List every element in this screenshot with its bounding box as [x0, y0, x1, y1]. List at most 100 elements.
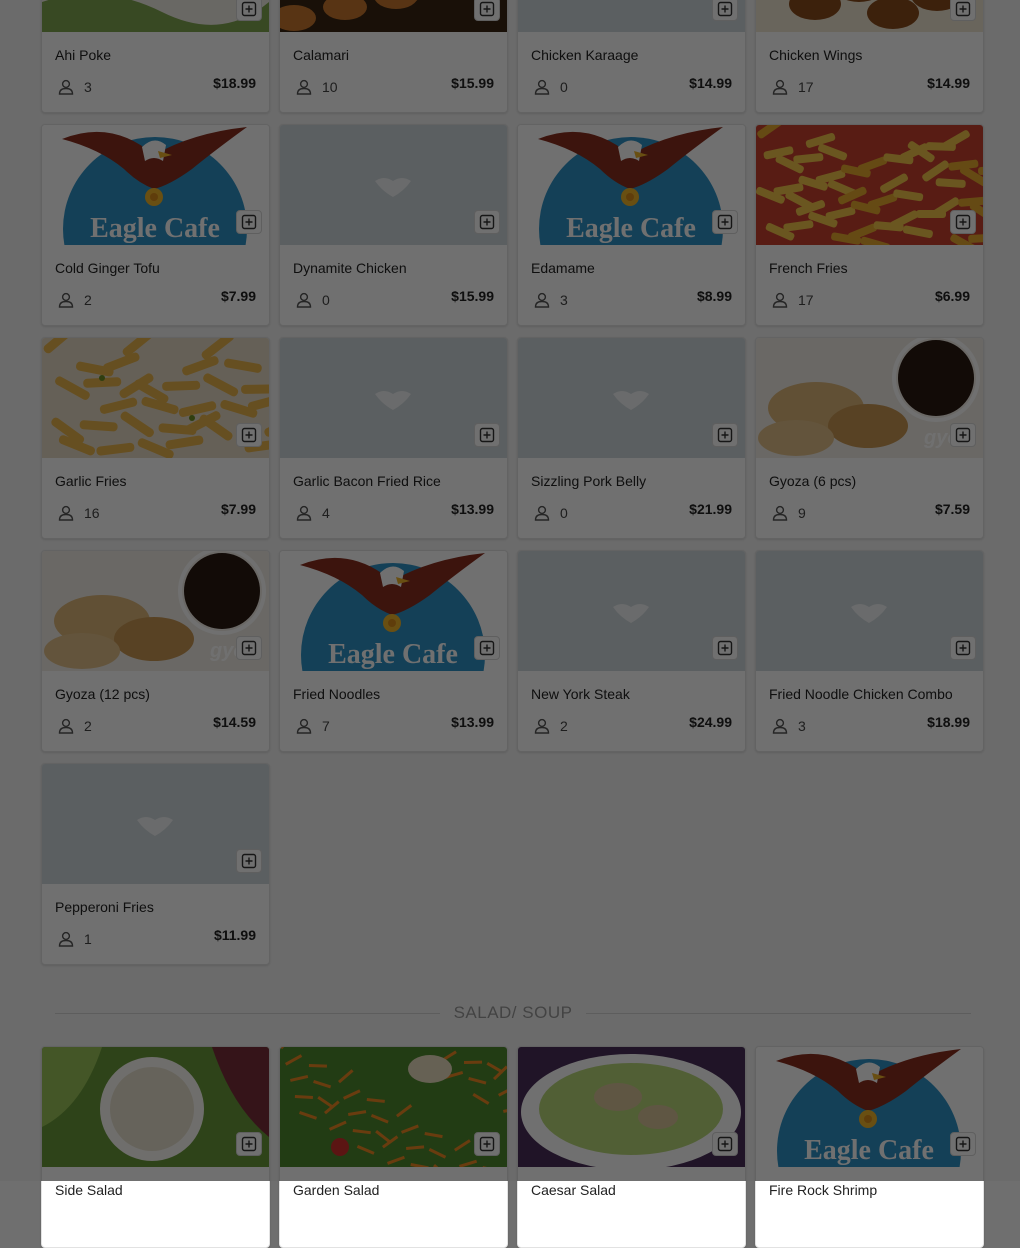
diner-count: 10	[295, 78, 338, 96]
add-item-button[interactable]	[950, 636, 976, 660]
add-item-button[interactable]	[236, 423, 262, 447]
menu-item-card[interactable]: Eagle Cafe Edamame 3 $8.99	[517, 124, 746, 326]
person-icon	[295, 504, 313, 522]
item-price: $6.99	[934, 288, 970, 304]
add-item-button[interactable]	[712, 423, 738, 447]
add-item-button[interactable]	[236, 849, 262, 873]
placeholder-image	[518, 551, 745, 671]
item-price: $11.99	[213, 927, 256, 943]
add-item-button[interactable]	[474, 1132, 500, 1156]
menu-item-card[interactable]: Eagle Cafe Fire Rock Shrimp	[755, 1046, 984, 1248]
add-item-button[interactable]	[950, 210, 976, 234]
add-to-order-icon	[955, 214, 971, 230]
menu-item-card[interactable]: Garlic Bacon Fried Rice 4 $13.99	[279, 337, 508, 539]
item-name: Fried Noodles	[293, 686, 381, 702]
item-price: $21.99	[689, 501, 732, 517]
person-icon	[295, 291, 313, 309]
add-item-button[interactable]	[950, 0, 976, 21]
diner-count: 3	[533, 291, 568, 309]
add-item-button[interactable]	[236, 210, 262, 234]
menu-page: Ahi Poke 3 $18.99 Calamari 10 $15.99 Chicken K…	[0, 0, 1020, 1248]
salad-grid: Side Salad Garden Salad Caesar Salad Eagle …	[41, 1046, 985, 1248]
item-price: $15.99	[451, 288, 494, 304]
add-to-order-icon	[241, 427, 257, 443]
add-item-button[interactable]	[712, 1132, 738, 1156]
menu-item-card[interactable]: Sizzling Pork Belly 0 $21.99	[517, 337, 746, 539]
add-item-button[interactable]	[474, 210, 500, 234]
add-item-button[interactable]	[950, 423, 976, 447]
add-item-button[interactable]	[712, 636, 738, 660]
item-name: Fire Rock Shrimp	[769, 1182, 878, 1198]
person-icon	[57, 78, 75, 96]
menu-item-card[interactable]: Ahi Poke 3 $18.99	[41, 0, 270, 113]
menu-item-card[interactable]: Pepperoni Fries 1 $11.99	[41, 763, 270, 965]
item-price: $15.99	[451, 75, 494, 91]
menu-item-card[interactable]: gyo Gyoza (6 pcs) 9 $7.59	[755, 337, 984, 539]
add-item-button[interactable]	[712, 210, 738, 234]
person-icon	[57, 291, 75, 309]
menu-item-card[interactable]: New York Steak 2 $24.99	[517, 550, 746, 752]
item-name: Edamame	[531, 260, 595, 276]
item-photo	[756, 0, 983, 32]
menu-item-card[interactable]: Garden Salad	[279, 1046, 508, 1248]
diner-count-value: 17	[798, 79, 814, 95]
item-name: Sizzling Pork Belly	[531, 473, 647, 489]
person-icon	[533, 504, 551, 522]
diner-count: 0	[533, 78, 568, 96]
item-price: $14.99	[927, 75, 970, 91]
add-item-button[interactable]	[474, 0, 500, 21]
menu-item-card[interactable]: Chicken Karaage 0 $14.99	[517, 0, 746, 113]
add-to-order-icon	[717, 214, 733, 230]
diner-count-value: 2	[84, 292, 92, 308]
add-to-order-icon	[955, 1136, 971, 1152]
add-item-button[interactable]	[236, 636, 262, 660]
svg-text:Eagle Cafe: Eagle Cafe	[566, 213, 696, 244]
diner-count: 16	[57, 504, 100, 522]
menu-item-card[interactable]: gyo Gyoza (12 pcs) 2 $14.59	[41, 550, 270, 752]
add-item-button[interactable]	[474, 423, 500, 447]
add-item-button[interactable]	[712, 0, 738, 21]
add-to-order-icon	[717, 427, 733, 443]
menu-item-card[interactable]: Garlic Fries 16 $7.99	[41, 337, 270, 539]
add-to-order-icon	[479, 214, 495, 230]
diner-count: 3	[771, 717, 806, 735]
item-name: Calamari	[293, 47, 350, 63]
menu-item-card[interactable]: Eagle Cafe Fried Noodles 7 $13.99	[279, 550, 508, 752]
item-name: Gyoza (6 pcs)	[769, 473, 857, 489]
menu-item-card[interactable]: Caesar Salad	[517, 1046, 746, 1248]
item-price: $14.99	[689, 75, 732, 91]
add-to-order-icon	[717, 1, 733, 17]
item-price: $18.99	[927, 714, 970, 730]
menu-item-card[interactable]: Side Salad	[41, 1046, 270, 1248]
menu-item-card[interactable]: French Fries 17 $6.99	[755, 124, 984, 326]
diner-count: 17	[771, 291, 814, 309]
add-item-button[interactable]	[474, 636, 500, 660]
item-name: Dynamite Chicken	[293, 260, 407, 276]
item-name: Chicken Wings	[769, 47, 863, 63]
diner-count: 9	[771, 504, 806, 522]
menu-item-card[interactable]: Fried Noodle Chicken Combo 3 $18.99	[755, 550, 984, 752]
diner-count: 7	[295, 717, 330, 735]
placeholder-image	[518, 338, 745, 458]
add-to-order-icon	[955, 427, 971, 443]
menu-item-card[interactable]: Calamari 10 $15.99	[279, 0, 508, 113]
menu-item-card[interactable]: Chicken Wings 17 $14.99	[755, 0, 984, 113]
add-to-order-icon	[241, 1136, 257, 1152]
diner-count-value: 3	[560, 292, 568, 308]
placeholder-image	[42, 764, 269, 884]
svg-text:Eagle Cafe: Eagle Cafe	[804, 1135, 934, 1166]
section-title: SALAD/ SOUP	[453, 1003, 573, 1022]
add-item-button[interactable]	[236, 1132, 262, 1156]
item-name: Garlic Fries	[55, 473, 127, 489]
item-name: Fried Noodle Chicken Combo	[769, 686, 953, 702]
add-item-button[interactable]	[950, 1132, 976, 1156]
add-item-button[interactable]	[236, 0, 262, 21]
menu-item-card[interactable]: Eagle Cafe Cold Ginger Tofu 2 $7.99	[41, 124, 270, 326]
section-rule-left	[55, 1012, 440, 1014]
add-to-order-icon	[241, 853, 257, 869]
add-to-order-icon	[479, 640, 495, 656]
diner-count: 3	[57, 78, 92, 96]
placeholder-image	[280, 125, 507, 245]
menu-item-card[interactable]: Dynamite Chicken 0 $15.99	[279, 124, 508, 326]
diner-count-value: 3	[798, 718, 806, 734]
